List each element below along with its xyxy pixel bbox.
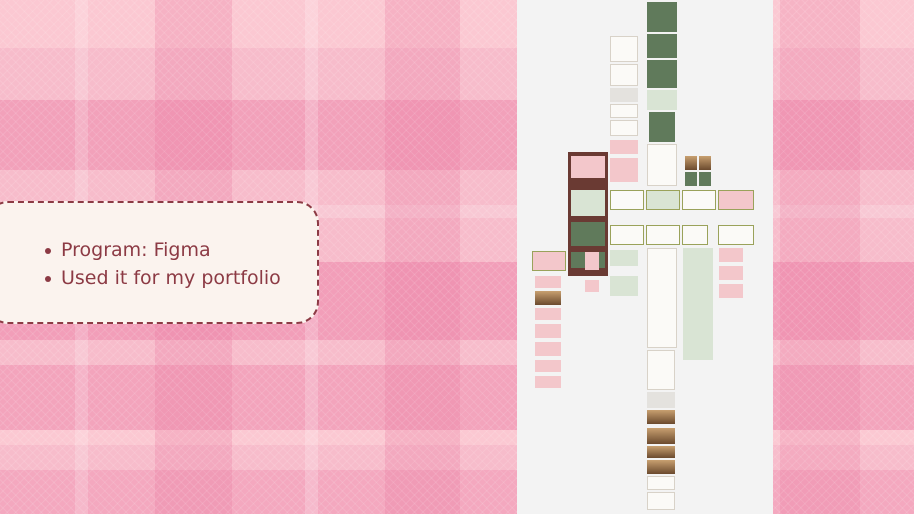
frame-thumbnail <box>535 276 561 288</box>
frame-thumbnail <box>571 190 605 216</box>
frame-thumbnail <box>719 284 743 298</box>
frame-thumbnail <box>647 90 677 110</box>
bullet-list: Program: Figma Used it for my portfolio <box>44 236 281 292</box>
frame-thumbnail <box>647 392 675 408</box>
frame-thumbnail <box>535 360 561 372</box>
frame-thumbnail <box>699 156 711 170</box>
frame-thumbnail <box>647 2 677 32</box>
frame-thumbnail <box>610 64 638 86</box>
frame-thumbnail <box>685 172 697 186</box>
frame-thumbnail <box>571 222 605 246</box>
bullet-item: Program: Figma <box>44 236 281 264</box>
frame-thumbnail <box>585 280 599 292</box>
frame-thumbnail <box>535 308 561 320</box>
frame-thumbnail <box>647 34 677 58</box>
frame-thumbnail <box>683 248 713 360</box>
frame-thumbnail <box>535 291 561 305</box>
frame-thumbnail <box>685 156 697 170</box>
frame-thumbnail <box>647 410 675 424</box>
frame-thumbnail <box>646 225 680 245</box>
frame-thumbnail <box>647 446 675 458</box>
frame-thumbnail <box>610 104 638 118</box>
frame-thumbnail <box>535 324 561 338</box>
frame-thumbnail <box>647 460 675 474</box>
frame-thumbnail <box>610 250 638 266</box>
frame-thumbnail <box>646 190 680 210</box>
frame-thumbnail <box>610 120 638 136</box>
frame-thumbnail <box>610 225 644 245</box>
frame-thumbnail <box>718 225 754 245</box>
frame-thumbnail <box>649 112 675 142</box>
frame-thumbnail <box>647 248 677 348</box>
frame-thumbnail <box>610 158 638 182</box>
frame-thumbnail <box>610 140 638 154</box>
frame-thumbnail <box>610 276 638 296</box>
frame-thumbnail <box>585 252 599 270</box>
frame-thumbnail <box>699 172 711 186</box>
frame-thumbnail <box>647 428 675 444</box>
frame-thumbnail <box>718 190 754 210</box>
frame-thumbnail <box>647 350 675 390</box>
frame-thumbnail <box>647 492 675 510</box>
frame-thumbnail <box>535 376 561 388</box>
frame-thumbnail <box>719 248 743 262</box>
frame-thumbnail <box>571 156 605 178</box>
frame-thumbnail <box>647 60 677 88</box>
frame-thumbnail <box>610 190 644 210</box>
frame-thumbnail <box>682 190 716 210</box>
frame-thumbnail <box>719 266 743 280</box>
frame-thumbnail <box>532 251 566 271</box>
bullet-item: Used it for my portfolio <box>44 264 281 292</box>
frame-thumbnail <box>610 36 638 62</box>
frame-thumbnail <box>647 144 677 186</box>
frame-thumbnail <box>610 88 638 102</box>
frame-thumbnail <box>535 342 561 356</box>
frame-thumbnail <box>682 225 708 245</box>
frame-thumbnail <box>647 476 675 490</box>
figma-canvas-screenshot <box>517 0 773 514</box>
